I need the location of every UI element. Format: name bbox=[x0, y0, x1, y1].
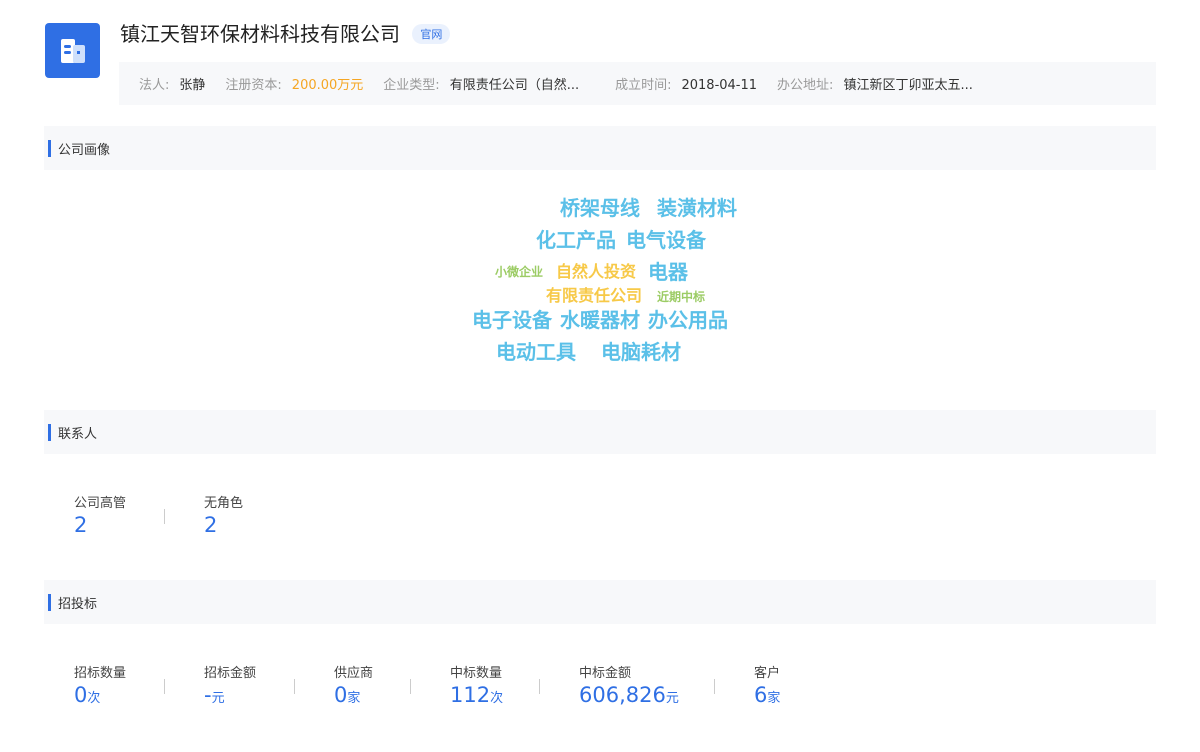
stat-label: 客户 bbox=[754, 666, 781, 681]
stat-value: 6家 bbox=[754, 683, 781, 707]
stat-win-amount[interactable]: 中标金额 606,826元 bbox=[579, 662, 714, 707]
founded-date: 成立时间: 2018-04-11 bbox=[615, 74, 757, 93]
registered-capital-label: 注册资本: bbox=[225, 78, 282, 93]
cloud-word[interactable]: 化工产品 bbox=[536, 224, 616, 253]
stat-value: -元 bbox=[204, 683, 225, 707]
registered-capital-value: 200.00万元 bbox=[291, 78, 364, 93]
bidding-stats: 招标数量 0次 招标金额 -元 供应商 0家 中标数量 112次 中标金额 60… bbox=[74, 662, 780, 707]
office-address: 办公地址: 镇江新区丁卯亚太五... bbox=[777, 74, 973, 93]
company-info-bar: 法人: 张静 注册资本: 200.00万元 企业类型: 有限责任公司（自然... 成立… bbox=[119, 62, 1156, 105]
cloud-word[interactable]: 近期中标 bbox=[657, 288, 705, 305]
section-accent-bar bbox=[48, 593, 51, 611]
cloud-word[interactable]: 电气设备 bbox=[626, 224, 706, 253]
founded-date-label: 成立时间: bbox=[615, 78, 672, 93]
stat-label: 招标数量 bbox=[74, 666, 127, 681]
stat-label: 供应商 bbox=[334, 666, 374, 681]
cloud-word[interactable]: 电子设备 bbox=[472, 304, 552, 333]
company-type-label: 企业类型: bbox=[383, 78, 440, 93]
office-address-label: 办公地址: bbox=[777, 78, 834, 93]
stat-clients[interactable]: 客户 6家 bbox=[754, 662, 780, 707]
legal-person: 法人: 张静 bbox=[139, 74, 205, 93]
divider bbox=[164, 679, 165, 694]
divider bbox=[539, 679, 540, 694]
stat-label: 公司高管 bbox=[74, 496, 127, 511]
stat-label: 中标金额 bbox=[579, 666, 632, 681]
word-cloud: 桥架母线 装潢材料 化工产品 电气设备 小微企业 自然人投资 电器 有限责任公司… bbox=[0, 170, 1200, 390]
company-title: 镇江天智环保材料科技有限公司 官网 bbox=[120, 18, 451, 47]
divider bbox=[714, 679, 715, 694]
cloud-word[interactable]: 小微企业 bbox=[495, 263, 543, 280]
founded-date-value: 2018-04-11 bbox=[681, 78, 758, 93]
cloud-word[interactable]: 桥架母线 bbox=[560, 192, 640, 221]
legal-person-label: 法人: bbox=[139, 78, 170, 93]
cloud-word[interactable]: 办公用品 bbox=[648, 304, 728, 333]
stat-label: 中标数量 bbox=[450, 666, 503, 681]
section-accent-bar bbox=[48, 423, 51, 441]
registered-capital: 注册资本: 200.00万元 bbox=[225, 74, 363, 93]
divider bbox=[410, 679, 411, 694]
official-site-badge[interactable]: 官网 bbox=[412, 24, 451, 44]
stat-suppliers[interactable]: 供应商 0家 bbox=[334, 662, 410, 707]
stat-label: 招标金额 bbox=[204, 666, 257, 681]
section-profile: 公司画像 bbox=[44, 126, 1156, 170]
stat-no-role[interactable]: 无角色 2 bbox=[204, 492, 243, 537]
cloud-word[interactable]: 电器 bbox=[648, 256, 688, 285]
company-name[interactable]: 镇江天智环保材料科技有限公司 bbox=[120, 22, 400, 46]
stat-value: 2 bbox=[74, 513, 88, 537]
legal-person-value[interactable]: 张静 bbox=[179, 78, 205, 93]
company-type: 企业类型: 有限责任公司（自然... bbox=[383, 74, 579, 93]
cloud-word[interactable]: 水暖器材 bbox=[560, 304, 640, 333]
stat-tender-amount[interactable]: 招标金额 -元 bbox=[204, 662, 294, 707]
cloud-word[interactable]: 自然人投资 bbox=[556, 258, 636, 282]
stat-value: 2 bbox=[204, 513, 218, 537]
stat-executives[interactable]: 公司高管 2 bbox=[74, 492, 164, 537]
stat-value: 0次 bbox=[74, 683, 101, 707]
company-type-value: 有限责任公司（自然... bbox=[449, 78, 580, 93]
section-accent-bar bbox=[48, 139, 51, 157]
stat-value: 606,826元 bbox=[579, 683, 679, 707]
stat-win-count[interactable]: 中标数量 112次 bbox=[450, 662, 539, 707]
office-address-value: 镇江新区丁卯亚太五... bbox=[843, 78, 973, 93]
cloud-word[interactable]: 装潢材料 bbox=[657, 192, 737, 221]
section-profile-title: 公司画像 bbox=[58, 142, 111, 158]
section-bidding-title: 招投标 bbox=[58, 596, 98, 612]
section-contacts: 联系人 bbox=[44, 410, 1156, 454]
cloud-word[interactable]: 电脑耗材 bbox=[601, 336, 681, 365]
cloud-word[interactable]: 有限责任公司 bbox=[546, 282, 642, 306]
stat-value: 112次 bbox=[450, 683, 504, 707]
divider bbox=[164, 509, 165, 524]
divider bbox=[294, 679, 295, 694]
company-logo-icon bbox=[45, 23, 100, 78]
stat-label: 无角色 bbox=[204, 496, 244, 511]
section-bidding: 招投标 bbox=[44, 580, 1156, 624]
stat-tender-count[interactable]: 招标数量 0次 bbox=[74, 662, 164, 707]
cloud-word[interactable]: 电动工具 bbox=[496, 336, 576, 365]
contacts-stats: 公司高管 2 无角色 2 bbox=[74, 492, 243, 537]
section-contacts-title: 联系人 bbox=[58, 426, 98, 442]
stat-value: 0家 bbox=[334, 683, 361, 707]
